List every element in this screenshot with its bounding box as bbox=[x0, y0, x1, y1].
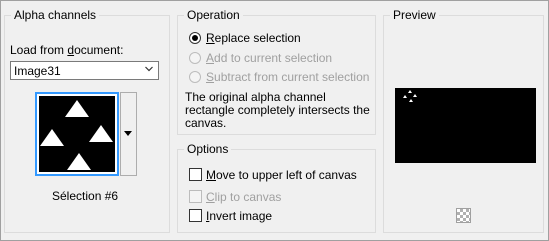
document-select[interactable]: Image31 bbox=[10, 61, 159, 80]
radio-button[interactable] bbox=[189, 71, 201, 83]
alpha-channels-title: Alpha channels bbox=[11, 8, 100, 22]
thumbnail-dropdown-button[interactable] bbox=[120, 92, 137, 176]
preview-triangles bbox=[403, 90, 417, 102]
move-to-upper-left-label: Move to upper left of canvas bbox=[206, 168, 357, 182]
invert-image-label: Invert image bbox=[206, 209, 273, 223]
radio-button[interactable] bbox=[189, 52, 201, 64]
radio-dot bbox=[192, 35, 198, 41]
radio-button[interactable] bbox=[189, 32, 201, 44]
checkbox[interactable] bbox=[189, 209, 202, 222]
add-to-selection-label: Add to current selection bbox=[206, 51, 333, 65]
replace-selection-label: Replace selection bbox=[206, 31, 301, 45]
preview-canvas bbox=[395, 88, 536, 163]
chevron-down-icon bbox=[145, 66, 153, 72]
operation-title: Operation bbox=[184, 8, 243, 22]
checkbox[interactable] bbox=[189, 190, 202, 203]
clip-to-canvas-label: Clip to canvas bbox=[206, 190, 282, 204]
intersection-info-text: The original alpha channel rectangle com… bbox=[185, 90, 370, 130]
subtract-from-selection-label: Subtract from current selection bbox=[206, 70, 370, 84]
selection-name-label: Sélection #6 bbox=[52, 189, 119, 203]
preview-title: Preview bbox=[390, 8, 439, 22]
checkbox[interactable] bbox=[189, 168, 202, 181]
load-from-document-label: Load from document: bbox=[10, 43, 124, 57]
checkerboard-icon[interactable] bbox=[456, 208, 471, 223]
alpha-channel-thumbnail[interactable] bbox=[35, 92, 119, 176]
document-select-value: Image31 bbox=[14, 64, 61, 78]
caret-down-icon bbox=[124, 131, 132, 136]
triangles-image bbox=[40, 100, 113, 170]
options-title: Options bbox=[184, 142, 232, 156]
thumbnail-canvas bbox=[39, 96, 115, 172]
